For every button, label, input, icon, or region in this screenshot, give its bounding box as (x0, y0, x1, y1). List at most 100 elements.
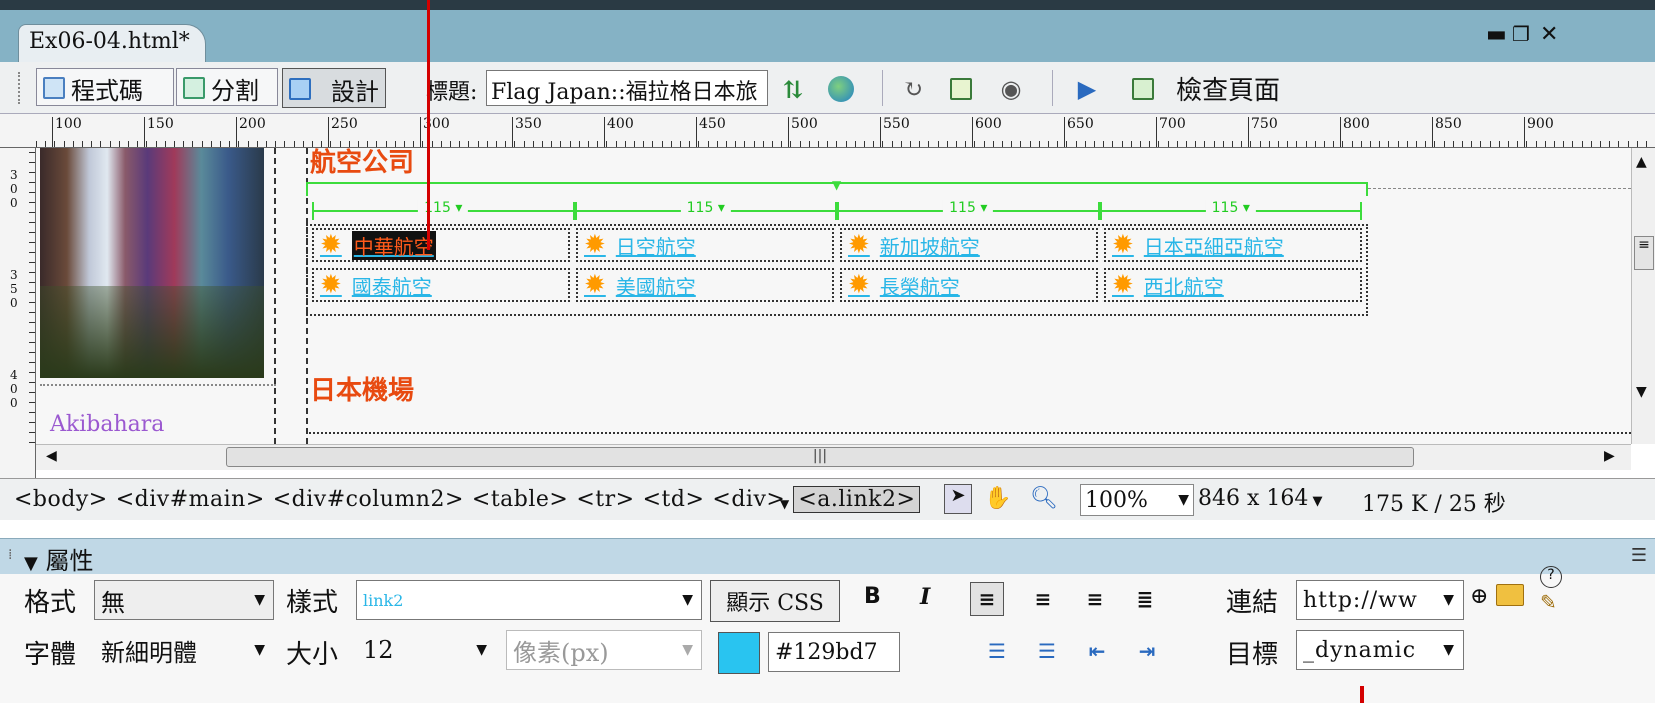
size-label: 大小 (286, 640, 339, 670)
airline-link[interactable]: 日本亞細亞航空 (1144, 231, 1284, 260)
panel-options-icon[interactable]: ☰ (1631, 545, 1647, 566)
ruler-tick (965, 141, 967, 147)
vertical-scroll-thumb[interactable]: ≡ (1634, 236, 1654, 270)
column-width-1[interactable]: 115 ▾ (312, 200, 575, 220)
scroll-up-icon[interactable]: ▲ (1636, 154, 1647, 170)
window-size-menu[interactable]: 846 x 164 ▼ (1198, 486, 1323, 511)
annotation-line (1360, 686, 1364, 703)
zoom-select[interactable]: 100% ▼ (1080, 484, 1194, 516)
airline-link[interactable]: 長榮航空 (880, 271, 960, 300)
design-view-button[interactable]: 設計 (282, 68, 386, 108)
validate-markup-icon[interactable]: ▶ (1070, 72, 1104, 106)
check-page-glyph (1132, 78, 1154, 100)
color-hex-input[interactable]: #129bd7 (768, 632, 900, 672)
refresh-icon[interactable]: ↻ (896, 72, 930, 106)
tag-td[interactable]: <td> (643, 487, 705, 512)
align-left-button[interactable]: ≡ (970, 582, 1004, 616)
airline-link[interactable]: 美國航空 (616, 271, 696, 300)
indent-button[interactable]: ⇥ (1130, 634, 1164, 668)
tag-tr[interactable]: <tr> (576, 487, 634, 512)
ruler-tick (82, 141, 83, 147)
outdent-button[interactable]: ⇤ (1080, 634, 1114, 668)
minimize-icon[interactable]: ▬ (1486, 22, 1507, 47)
browse-folder-icon[interactable] (1496, 584, 1524, 606)
tag-div-main[interactable]: <div#main> (116, 487, 265, 512)
format-value: 無 (101, 588, 125, 617)
align-center-button[interactable]: ≡ (1026, 582, 1060, 616)
airline-link-selected[interactable]: 中華航空 (351, 230, 436, 260)
style-select[interactable]: link2 ▼ (356, 580, 702, 620)
airline-link[interactable]: 國泰航空 (352, 271, 432, 300)
select-tool-icon[interactable]: ➤ (944, 484, 972, 514)
text-color-swatch[interactable] (718, 632, 760, 674)
airline-cell[interactable]: ✹ 長榮航空 (840, 268, 1098, 302)
quick-tag-editor-icon[interactable]: ✎ (1540, 590, 1557, 614)
vruler-tick (29, 412, 35, 413)
point-to-file-icon[interactable]: ⊕ (1470, 584, 1488, 609)
unit-select[interactable]: 像素(px) ▼ (506, 630, 702, 670)
properties-panel-header[interactable]: ⁞ ▼ 屬性 ☰ (0, 538, 1655, 575)
column-width-3[interactable]: 115 ▾ (837, 200, 1100, 220)
close-icon[interactable]: ✕ (1540, 22, 1558, 47)
check-page-icon[interactable] (1126, 72, 1160, 106)
airline-cell[interactable]: ✹ 日本亞細亞航空 (1104, 228, 1362, 262)
ordered-list-button[interactable]: ☰ (1030, 634, 1064, 668)
file-management-icon[interactable]: ⇅ (776, 72, 810, 106)
airline-cell[interactable]: ✹ 西北航空 (1104, 268, 1362, 302)
airline-cell[interactable]: ✹ 美國航空 (576, 268, 834, 302)
airline-link[interactable]: 新加坡航空 (880, 231, 980, 260)
ruler-tick (1259, 141, 1261, 147)
font-select[interactable]: 新細明體 ▼ (94, 630, 274, 670)
vertical-scrollbar[interactable]: ▲ ≡ ▼ (1631, 148, 1655, 444)
tag-table[interactable]: <table> (472, 487, 568, 512)
document-tab[interactable]: Ex06-04.html* (18, 24, 206, 62)
page-title-input[interactable]: Flag Japan::福拉格日本旅 (486, 70, 768, 106)
ruler-tick (744, 141, 746, 147)
justify-button[interactable]: ≣ (1128, 582, 1162, 616)
airline-cell[interactable]: ✹ 日空航空 (576, 228, 834, 262)
tag-body[interactable]: <body> (14, 487, 108, 512)
bold-button[interactable]: B (864, 584, 881, 609)
preview-browser-icon[interactable] (824, 72, 858, 106)
column-width-4[interactable]: 115 ▾ (1099, 200, 1362, 220)
view-options-icon[interactable] (944, 72, 978, 106)
airline-link[interactable]: 西北航空 (1144, 271, 1224, 300)
visual-aids-icon[interactable]: ◉ (994, 72, 1028, 106)
column-width-2[interactable]: 115 ▾ (574, 200, 837, 220)
airline-cell[interactable]: ✹ 中華航空 (312, 228, 570, 262)
unordered-list-button[interactable]: ☰ (980, 634, 1014, 668)
restore-icon[interactable]: ❐ (1512, 22, 1530, 46)
code-view-button[interactable]: 程式碼 (36, 68, 174, 106)
ruler-label: 500 (791, 116, 818, 132)
expand-panel-icon[interactable]: ▼ (780, 497, 789, 511)
scroll-down-icon[interactable]: ▼ (1636, 384, 1647, 400)
italic-button[interactable]: I (920, 584, 930, 610)
tag-div-column2[interactable]: <div#column2> (273, 487, 464, 512)
tag-div[interactable]: <div> (712, 487, 785, 512)
link-input[interactable]: http://ww ▼ (1296, 580, 1464, 620)
hand-tool-icon[interactable]: ✋ (984, 486, 1011, 511)
ruler-major-tick (144, 117, 145, 147)
airline-cell[interactable]: ✹ 國泰航空 (312, 268, 570, 302)
scroll-right-icon[interactable]: ▶ (1604, 448, 1615, 464)
ruler-tick (1020, 141, 1022, 147)
ruler-major-tick (604, 117, 605, 147)
size-select[interactable]: 12 ▼ (356, 630, 496, 670)
airline-link[interactable]: 日空航空 (616, 231, 696, 260)
page-title-label: 標題: (426, 80, 478, 105)
help-icon[interactable]: ? (1540, 566, 1562, 588)
format-select[interactable]: 無 ▼ (94, 580, 274, 620)
split-view-button[interactable]: 分割 (176, 68, 278, 106)
horizontal-scroll-thumb[interactable]: ||| (226, 447, 1414, 467)
horizontal-scrollbar[interactable]: ◀ ||| ▶ (36, 444, 1631, 470)
show-css-button[interactable]: 顯示 CSS (710, 580, 840, 622)
align-right-button[interactable]: ≡ (1078, 582, 1112, 616)
ruler-tick (1232, 141, 1233, 147)
scroll-left-icon[interactable]: ◀ (46, 448, 57, 464)
zoom-tool-icon[interactable]: 🔍︎ (1030, 486, 1058, 511)
star-bullet-icon: ✹ (584, 230, 606, 260)
tag-a-link2-selected[interactable]: <a.link2> (793, 486, 921, 513)
target-select[interactable]: _dynamic ▼ (1296, 630, 1464, 670)
airline-cell[interactable]: ✹ 新加坡航空 (840, 228, 1098, 262)
check-page-button[interactable]: 檢查頁面 (1176, 70, 1280, 107)
